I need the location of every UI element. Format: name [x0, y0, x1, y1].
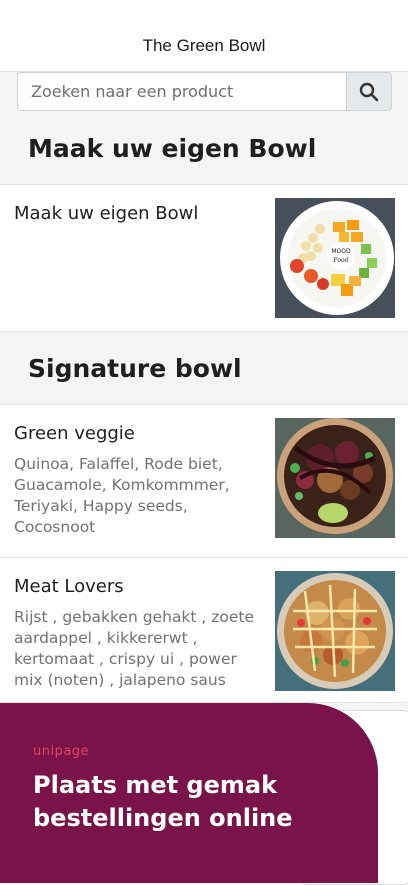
search-input[interactable] [17, 72, 346, 111]
product-image-bowl [275, 571, 395, 691]
product-card[interactable]: Meat Lovers Rijst , gebakken gehakt , zo… [0, 557, 408, 703]
product-image-bowl: MOOD Food [275, 198, 395, 318]
top-bar: The Green Bowl [0, 0, 408, 72]
product-description: Rijst , gebakken gehakt , zoete aardappe… [14, 608, 255, 689]
brand-logo: unipage [33, 744, 90, 759]
product-name: Maak uw eigen Bowl [14, 203, 199, 224]
product-image-bowl [275, 418, 395, 538]
search-bar [17, 72, 392, 111]
search-button[interactable] [346, 72, 392, 111]
product-name: Meat Lovers [14, 576, 124, 597]
product-description: Quinoa, Falaffel, Rode biet, Guacamole, … [14, 455, 230, 536]
svg-text:MOOD: MOOD [331, 248, 351, 255]
section-title: Signature bowl [28, 354, 242, 383]
promo-text: Plaats met gemak bestellingen online [33, 771, 293, 832]
search-icon [359, 82, 379, 101]
promo-banner[interactable]: unipage Plaats met gemak bestellingen on… [0, 703, 378, 883]
product-card[interactable]: Maak uw eigen Bowl MOOD Food [0, 184, 408, 332]
product-name: Green veggie [14, 423, 135, 444]
product-card[interactable]: Green veggie Quinoa, Falaffel, Rode biet… [0, 404, 408, 558]
svg-text:Food: Food [333, 257, 349, 264]
section-title: Maak uw eigen Bowl [28, 134, 317, 163]
app-title: The Green Bowl [142, 36, 266, 55]
